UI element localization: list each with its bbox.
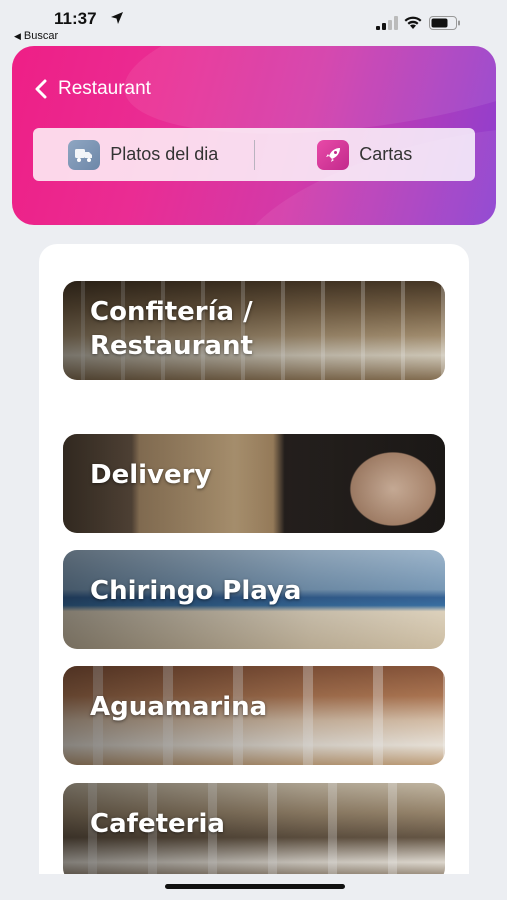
- status-time: 11:37: [54, 9, 97, 28]
- segmented-control: Platos del dia Cartas: [33, 128, 475, 181]
- rocket-icon: [317, 139, 350, 170]
- back-app-label: Buscar: [23, 30, 59, 42]
- tab-cartas[interactable]: Cartas: [255, 128, 476, 181]
- category-tile-chiringo-playa[interactable]: Chiringo Playa: [63, 550, 445, 649]
- category-tile-delivery[interactable]: Delivery: [63, 434, 445, 533]
- category-tile-confiteria-restaurant[interactable]: Confitería / Restaurant: [63, 281, 445, 380]
- location-arrow-icon: [111, 12, 123, 24]
- back-triangle-icon: ◀: [14, 30, 21, 41]
- category-label-line: Restaurant: [90, 331, 253, 361]
- header-card: Restaurant Platos del dia Cartas: [12, 46, 496, 225]
- tab-platos-del-dia[interactable]: Platos del dia: [33, 128, 254, 181]
- category-label: Confitería / Restaurant: [90, 295, 253, 363]
- wifi-icon: [404, 16, 422, 29]
- category-label: Chiringo Playa: [90, 576, 302, 606]
- category-tile-aguamarina[interactable]: Aguamarina: [63, 666, 445, 765]
- status-bar: 11:37 ◀ Buscar: [0, 0, 507, 46]
- category-label: Delivery: [90, 460, 212, 490]
- chevron-left-icon: [35, 79, 47, 99]
- tab-label: Platos del dia: [110, 144, 219, 164]
- category-label: Aguamarina: [90, 692, 268, 722]
- tab-label: Cartas: [359, 144, 413, 164]
- home-indicator[interactable]: [165, 884, 345, 889]
- back-button[interactable]: Restaurant: [34, 78, 151, 100]
- category-label: Cafeteria: [90, 809, 225, 839]
- cellular-signal-icon: [376, 16, 398, 30]
- category-list: Confitería / Restaurant Delivery Chiring…: [39, 244, 469, 874]
- back-label: Restaurant: [58, 78, 151, 99]
- category-tile-cafeteria[interactable]: Cafeteria: [63, 783, 445, 874]
- back-to-app-link[interactable]: ◀ Buscar: [14, 30, 58, 42]
- battery-icon: [429, 16, 460, 30]
- plate-service-icon: [68, 139, 101, 170]
- category-label-line: Confitería /: [90, 297, 253, 327]
